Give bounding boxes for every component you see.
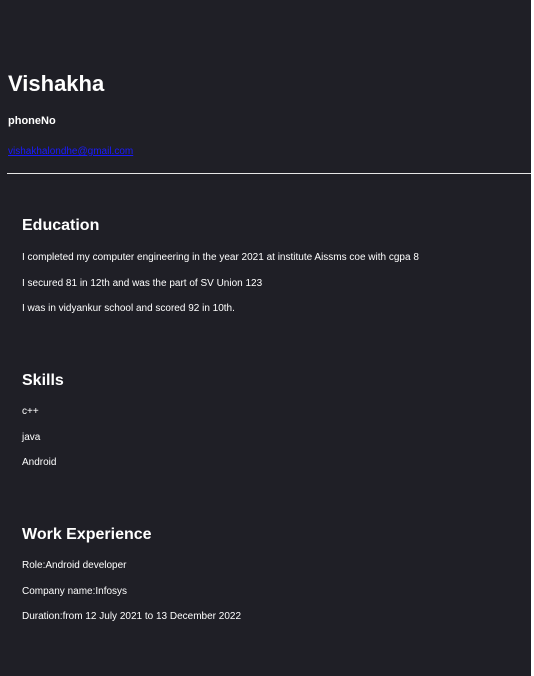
education-item: I completed my computer engineering in t… bbox=[22, 252, 419, 263]
education-heading: Education bbox=[22, 217, 100, 234]
work-experience-heading: Work Experience bbox=[22, 526, 152, 543]
work-item: Duration:from 12 July 2021 to 13 Decembe… bbox=[22, 611, 242, 622]
education-item: I was in vidyankur school and scored 92 … bbox=[22, 303, 235, 314]
resume-page: Vishakha phoneNo vishakhalondhe@gmail.co… bbox=[0, 0, 531, 676]
profile-name: Vishakha bbox=[8, 71, 105, 96]
profile-phone: phoneNo bbox=[8, 115, 56, 127]
education-item: I secured 81 in 12th and was the part of… bbox=[22, 278, 263, 289]
skill-item: c++ bbox=[22, 406, 39, 417]
skills-heading: Skills bbox=[22, 372, 64, 389]
skill-item: java bbox=[22, 432, 41, 443]
skill-item: Android bbox=[22, 457, 57, 468]
profile-email-link[interactable]: vishakhalondhe@gmail.com bbox=[8, 145, 133, 158]
header-divider bbox=[7, 173, 531, 174]
work-item: Company name:Infosys bbox=[22, 586, 128, 597]
work-item: Role:Android developer bbox=[22, 560, 127, 571]
